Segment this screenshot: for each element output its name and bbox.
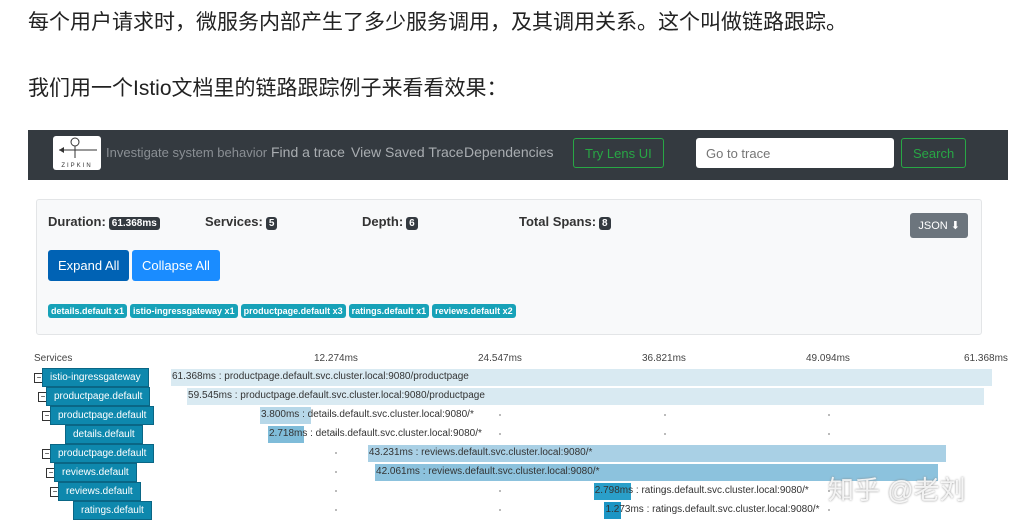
time-tick: 49.094ms	[806, 353, 850, 364]
span-service-name[interactable]: productpage.default	[45, 387, 151, 406]
span-service-name[interactable]: reviews.default	[58, 482, 141, 501]
time-tick: 36.821ms	[642, 353, 686, 364]
json-download-button[interactable]: JSON ⬇	[910, 213, 968, 238]
collapse-all-button[interactable]: Collapse All	[132, 250, 220, 281]
grid-dot	[827, 433, 830, 435]
tagline: Investigate system behavior	[106, 145, 268, 160]
trace-summary-panel: Duration: 61.368ms Services: 5 Depth: 6 Tot…	[36, 199, 982, 335]
depth-stat: Depth: 6	[362, 214, 418, 230]
span-service-name[interactable]: reviews.default	[54, 463, 137, 482]
services-stat: Services: 5	[205, 214, 278, 230]
span-label: 2.718ms : details.default.svc.cluster.lo…	[268, 428, 482, 439]
span-service-name[interactable]: istio-ingressgateway	[42, 368, 149, 387]
service-tag[interactable]: reviews.default x2	[432, 304, 516, 318]
span-row[interactable]: − productpage.default 3.800ms : details.de…	[28, 406, 1008, 425]
grid-dot	[335, 509, 338, 511]
service-tag[interactable]: productpage.default x3	[240, 304, 346, 318]
duration-badge: 61.368ms	[108, 217, 160, 230]
span-label: 59.545ms : productpage.default.svc.clust…	[188, 390, 485, 401]
span-service-name[interactable]: details.default	[65, 425, 143, 444]
spans-badge: 8	[599, 217, 611, 230]
search-button[interactable]: Search	[901, 138, 967, 168]
zipkin-logo[interactable]: ZIPKIN	[53, 136, 101, 170]
span-label: 1.273ms : ratings.default.svc.cluster.lo…	[605, 504, 820, 515]
service-tag[interactable]: details.default x1	[48, 304, 128, 318]
span-label: 3.800ms : details.default.svc.cluster.lo…	[260, 409, 474, 420]
duration-stat: Duration: 61.368ms	[48, 214, 160, 230]
grid-dot	[827, 414, 830, 416]
grid-dot	[335, 471, 338, 473]
expand-all-button[interactable]: Expand All	[48, 250, 130, 281]
span-row[interactable]: − istio-ingressgateway 61.368ms : productp…	[28, 368, 1008, 387]
services-badge: 5	[265, 217, 278, 230]
nav-find-trace[interactable]: Find a trace	[271, 144, 345, 160]
go-to-trace-input[interactable]	[696, 138, 894, 168]
span-row[interactable]: − productpage.default 43.231ms : reviews.d…	[28, 444, 1008, 463]
article-paragraph-1: 每个用户请求时，微服务内部产生了多少服务调用，及其调用关系。这个叫做链路跟踪。	[28, 11, 847, 34]
nav-view-saved-trace[interactable]: View Saved Trace	[351, 144, 464, 160]
time-tick: 12.274ms	[314, 353, 358, 364]
depth-badge: 6	[406, 217, 418, 230]
span-row[interactable]: − productpage.default 59.545ms : productpa…	[28, 387, 1008, 406]
total-spans-stat: Total Spans: 8	[519, 214, 611, 230]
nav-dependencies[interactable]: Dependencies	[464, 144, 554, 160]
span-label: 43.231ms : reviews.default.svc.cluster.l…	[368, 447, 593, 458]
grid-dot	[335, 452, 338, 454]
span-service-name[interactable]: ratings.default	[73, 501, 152, 520]
zipkin-logo-icon	[59, 137, 97, 158]
service-tags: details.default x1 istio-ingressgateway …	[48, 304, 516, 318]
grid-dot	[499, 433, 502, 435]
grid-dot	[663, 433, 666, 435]
grid-dot	[499, 490, 502, 492]
try-lens-button[interactable]: Try Lens UI	[573, 138, 664, 168]
span-label: 61.368ms : productpage.default.svc.clust…	[172, 371, 469, 382]
span-label: 42.061ms : reviews.default.svc.cluster.l…	[376, 466, 600, 477]
time-tick: 61.368ms	[964, 353, 1008, 364]
service-tag[interactable]: istio-ingressgateway x1	[130, 304, 238, 318]
service-tag[interactable]: ratings.default x1	[348, 304, 430, 318]
services-header: Services	[34, 353, 73, 364]
grid-dot	[827, 509, 830, 511]
span-row[interactable]: details.default 2.718ms : details.default…	[28, 425, 1008, 444]
zipkin-navbar: ZIPKIN Investigate system behavior Find …	[28, 130, 1008, 180]
watermark: 知乎 @老刘	[828, 475, 966, 505]
grid-dot	[499, 509, 502, 511]
grid-dot	[335, 490, 338, 492]
time-tick: 24.547ms	[478, 353, 522, 364]
span-label: 2.798ms : ratings.default.svc.cluster.lo…	[594, 485, 809, 496]
grid-dot	[499, 414, 502, 416]
article-paragraph-2: 我们用一个Istio文档里的链路跟踪例子来看看效果：	[28, 77, 508, 100]
span-service-name[interactable]: productpage.default	[49, 444, 155, 463]
grid-dot	[663, 414, 666, 416]
span-service-name[interactable]: productpage.default	[49, 406, 155, 425]
